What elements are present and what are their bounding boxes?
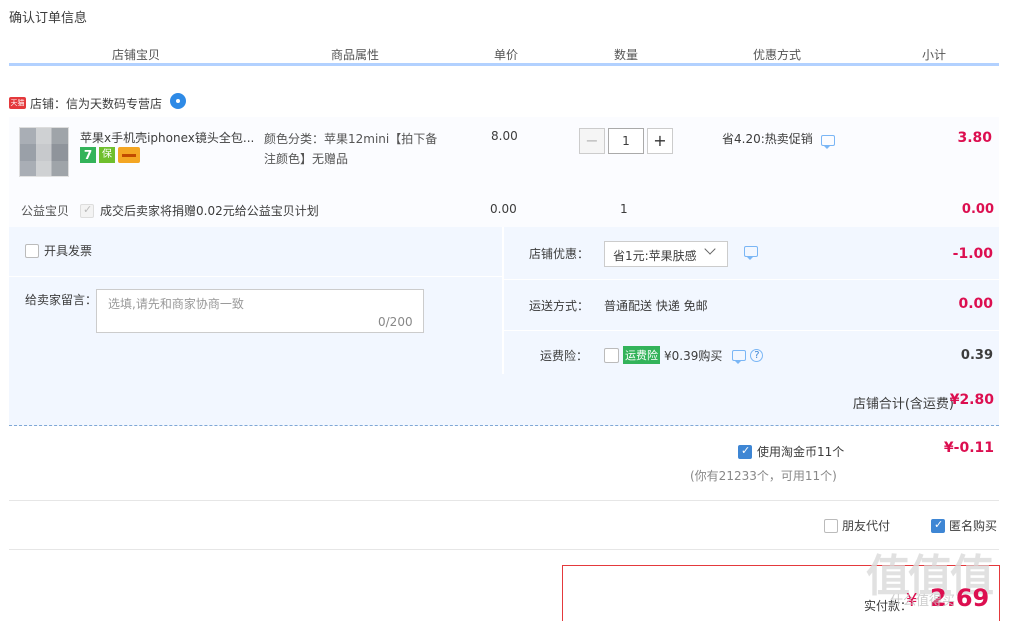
divider (504, 330, 999, 331)
product-attributes: 颜色分类：苹果12mini【拍下备 注颜色】无赠品 (264, 129, 454, 169)
watermark-text: 什么值得买 (890, 594, 956, 609)
col-header-price: 单价 (493, 48, 518, 62)
taojinbi-hint: (你有21233个，可用11个) (690, 469, 837, 483)
qty-decrease-button[interactable]: − (579, 128, 605, 154)
shipping-insurance-option: 运费险 ¥0.39购买 ? (604, 346, 764, 364)
taojinbi-amount: ¥-0.11 (943, 440, 994, 456)
insurance-price-text: ¥0.39购买 (664, 348, 723, 363)
tmall-badge-icon: 天猫 (9, 97, 26, 109)
col-header-shop-item: 店铺宝贝 (111, 48, 160, 62)
friend-pay-checkbox[interactable] (824, 518, 838, 533)
shipping-label: 运送方式： (529, 299, 590, 313)
divider (9, 500, 999, 501)
store-discount-label: 店铺优惠： (529, 247, 590, 261)
charity-option: 成交后卖家将捐赠0.02元给公益宝贝计划 (80, 202, 319, 219)
header-divider (9, 63, 999, 66)
page-title: 确认订单信息 (9, 11, 88, 26)
attr-line-2: 注颜色】无赠品 (264, 152, 349, 166)
quantity-stepper: − 1 + (579, 128, 673, 154)
charity-label: 公益宝贝 (21, 204, 70, 218)
shop-name-link[interactable]: 店铺：信为天数码专营店 (30, 95, 162, 112)
invoice-option[interactable]: 开具发票 (25, 242, 92, 259)
promotion-text: 省4.20:热卖促销 (722, 132, 813, 146)
store-total-label: 店铺合计(含运费) (852, 397, 954, 412)
divider (9, 276, 502, 277)
invoice-checkbox[interactable] (25, 243, 39, 258)
divider (9, 549, 999, 550)
store-total-bar (9, 374, 999, 426)
col-header-subtotal: 小计 (921, 48, 946, 62)
charity-text: 成交后卖家将捐赠0.02元给公益宝贝计划 (100, 204, 319, 218)
charity-subtotal: 0.00 (961, 202, 994, 217)
service-badges: 7 保 (80, 147, 140, 163)
guarantee-icon[interactable]: 保 (99, 147, 115, 163)
taojinbi-checkbox[interactable] (738, 444, 752, 459)
store-discount-amount: -1.00 (952, 246, 993, 262)
col-header-attributes: 商品属性 (330, 48, 379, 62)
store-total-amount: ¥2.80 (949, 392, 994, 408)
wangwang-chat-icon[interactable] (170, 93, 187, 109)
invoice-label: 开具发票 (44, 244, 93, 258)
message-label: 给卖家留言： (25, 293, 98, 307)
charity-price: 0.00 (490, 202, 517, 216)
friend-pay-label: 朋友代付 (842, 519, 891, 533)
qty-increase-button[interactable]: + (647, 128, 673, 154)
product-thumbnail[interactable] (19, 127, 69, 177)
anonymous-purchase-option[interactable]: 匿名购买 (931, 517, 997, 534)
charity-qty: 1 (620, 202, 628, 216)
insurance-comment-icon[interactable] (732, 349, 747, 364)
charity-checkbox (80, 203, 94, 218)
attr-line-1: 颜色分类：苹果12mini【拍下备 (264, 132, 438, 146)
divider (504, 279, 999, 280)
item-subtotal: 3.80 (957, 130, 992, 146)
message-char-count: 0/200 (378, 315, 413, 329)
taojinbi-label: 使用淘金币11个 (757, 445, 845, 459)
insurance-label: 运费险： (540, 349, 589, 363)
promotion: 省4.20:热卖促销 (722, 130, 835, 149)
anonymous-purchase-checkbox[interactable] (931, 518, 945, 533)
help-icon[interactable]: ? (750, 348, 764, 362)
friend-pay-option[interactable]: 朋友代付 (824, 517, 890, 534)
unit-price: 8.00 (491, 129, 518, 143)
shipping-amount: 0.00 (958, 296, 993, 312)
message-placeholder: 选填,请先和商家协商一致 (108, 297, 244, 311)
shop-row: 天猫 店铺：信为天数码专营店 (9, 92, 187, 114)
col-header-quantity: 数量 (613, 48, 638, 62)
qty-input[interactable]: 1 (608, 128, 644, 154)
insurance-tag: 运费险 (623, 346, 660, 364)
insurance-amount: 0.39 (960, 348, 993, 363)
shipping-method: 普通配送 快递 免邮 (604, 299, 708, 313)
discount-comment-icon[interactable] (744, 246, 758, 260)
taojinbi-option[interactable]: 使用淘金币11个 (738, 443, 844, 460)
product-title-link[interactable]: 苹果x手机壳iphonex镜头全包... (80, 129, 260, 146)
seven-day-return-icon[interactable]: 7 (80, 147, 96, 163)
insurance-checkbox[interactable] (604, 347, 619, 363)
anonymous-purchase-label: 匿名购买 (949, 519, 998, 533)
credit-card-icon[interactable] (118, 147, 140, 163)
promotion-comment-icon[interactable] (820, 135, 835, 149)
col-header-promotion: 优惠方式 (752, 48, 801, 62)
